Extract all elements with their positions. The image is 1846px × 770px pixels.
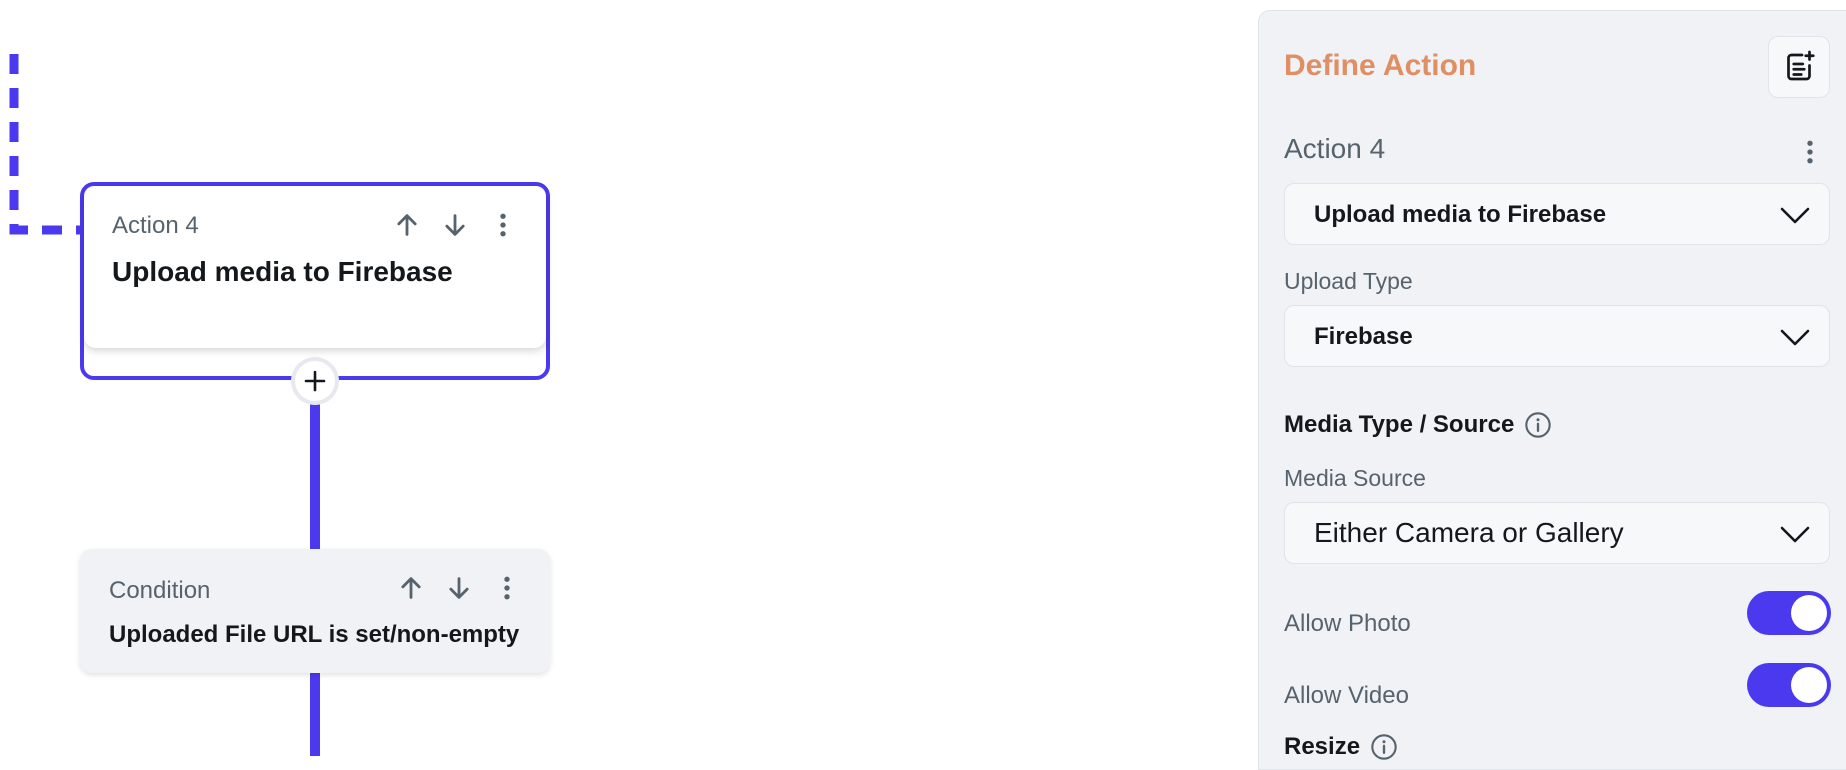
define-action-panel: Define Action Action 4 Upload media to F…: [1258, 10, 1846, 770]
plus-icon: [304, 370, 326, 392]
allow-video-toggle[interactable]: [1747, 663, 1831, 707]
media-source-select[interactable]: Either Camera or Gallery: [1284, 502, 1830, 564]
condition-node-title: Uploaded File URL is set/non-empty: [109, 621, 520, 648]
note-add-icon: [1787, 50, 1815, 81]
chevron-down-icon: [1780, 526, 1810, 543]
chevron-down-icon: [1780, 207, 1810, 224]
more-vert-icon[interactable]: [490, 571, 524, 605]
action-node[interactable]: Action 4 Upload media to Firebase: [84, 186, 546, 348]
condition-node-kind: Condition: [109, 577, 211, 604]
action-type-value: Upload media to Firebase: [1314, 201, 1607, 228]
incoming-dashed-connector: [9, 54, 84, 235]
move-down-icon[interactable]: [438, 208, 472, 242]
flow-canvas[interactable]: Action 4 Upload media to Firebase Condit…: [0, 0, 1258, 756]
toggle-knob: [1791, 667, 1827, 703]
more-vert-icon[interactable]: [1793, 135, 1827, 169]
info-icon[interactable]: [1370, 733, 1398, 761]
add-action-note-button[interactable]: [1768, 36, 1830, 98]
allow-video-label: Allow Video: [1284, 682, 1409, 709]
allow-photo-label: Allow Photo: [1284, 610, 1411, 637]
upload-type-select[interactable]: Firebase: [1284, 305, 1830, 367]
chevron-down-icon: [1780, 329, 1810, 346]
action-node-title: Upload media to Firebase: [112, 256, 453, 287]
action-name: Action 4: [1284, 133, 1386, 164]
move-down-icon[interactable]: [442, 571, 476, 605]
action-type-select[interactable]: Upload media to Firebase: [1284, 183, 1830, 245]
panel-title: Define Action: [1284, 49, 1477, 82]
media-type-source-heading: Media Type / Source: [1284, 411, 1552, 439]
toggle-knob: [1791, 595, 1827, 631]
move-up-icon[interactable]: [394, 571, 428, 605]
media-source-value: Either Camera or Gallery: [1314, 517, 1624, 548]
action-node-kind: Action 4: [112, 212, 199, 239]
more-vert-icon[interactable]: [486, 208, 520, 242]
add-step-button[interactable]: [295, 361, 335, 401]
upload-type-label: Upload Type: [1284, 268, 1413, 294]
info-icon[interactable]: [1524, 411, 1552, 439]
allow-photo-toggle[interactable]: [1747, 591, 1831, 635]
move-up-icon[interactable]: [390, 208, 424, 242]
condition-node[interactable]: Condition Uploaded File URL is set/non-e…: [80, 549, 550, 673]
media-source-label: Media Source: [1284, 465, 1426, 491]
resize-heading: Resize: [1284, 733, 1398, 761]
upload-type-value: Firebase: [1314, 323, 1413, 350]
media-type-source-label: Media Type / Source: [1284, 411, 1515, 438]
resize-label: Resize: [1284, 733, 1361, 760]
